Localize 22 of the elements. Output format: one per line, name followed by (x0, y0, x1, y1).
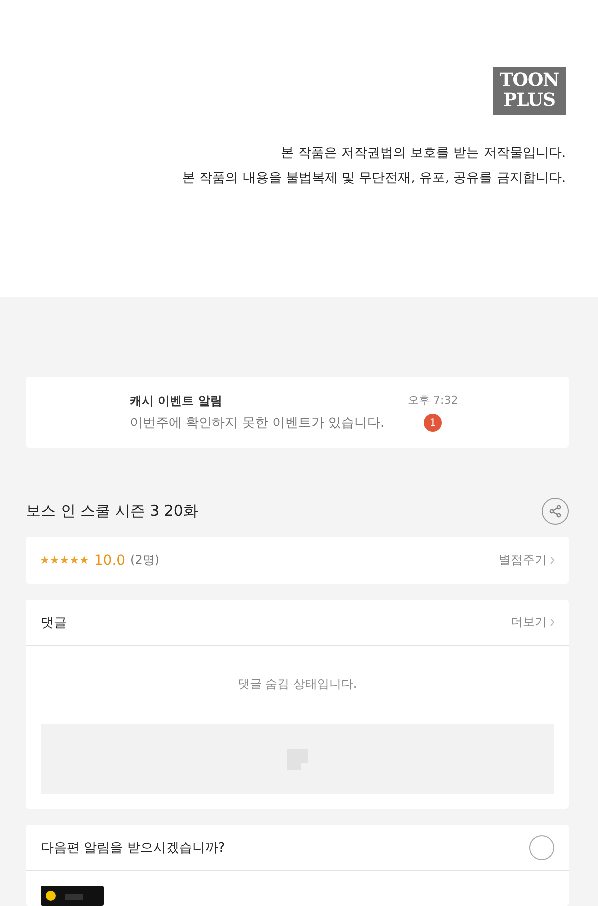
notification-message: 이번주에 확인하지 못한 이벤트가 있습니다. (130, 415, 386, 432)
notification-title: 캐시 이벤트 알림 (130, 393, 224, 410)
logo: TOON PLUS (493, 67, 566, 115)
copyright-notice: 본 작품은 저작권법의 보호를 받는 저작물입니다. (281, 145, 566, 163)
rate-link[interactable]: 별점주기 (499, 552, 555, 569)
chevron-icon (550, 556, 555, 565)
share-icon (549, 505, 562, 518)
notification-time: 오후 7:32 (408, 393, 458, 408)
rating-score: 10.0 (94, 552, 126, 568)
notification-card[interactable]: 캐시 이벤트 알림 이번주에 확인하지 못한 이벤트가 있습니다. 오후 7:32 1 (26, 377, 569, 448)
star-rating: ★★★★★ (40, 554, 90, 567)
copyright-notice: 본 작품의 내용을 불법복제 및 무단전재, 유포, 공유를 금지합니다. (182, 170, 566, 188)
episode-title: 보스 인 스쿨 시즌 3 20화 (26, 502, 198, 521)
comments-hidden-message: 댓글 숨김 상태입니다. (238, 676, 358, 693)
count-badge: 1 (424, 414, 442, 432)
more-link[interactable]: 더보기 (511, 614, 555, 631)
rating-count: (2명) (130, 552, 160, 569)
comments-title: 댓글 (41, 614, 67, 632)
bell-toggle-icon[interactable] (529, 834, 555, 860)
next-episode-question: 다음편 알림을 받으시겠습니까? (41, 840, 226, 856)
chevron-icon (550, 618, 555, 627)
share-button[interactable] (542, 498, 569, 525)
